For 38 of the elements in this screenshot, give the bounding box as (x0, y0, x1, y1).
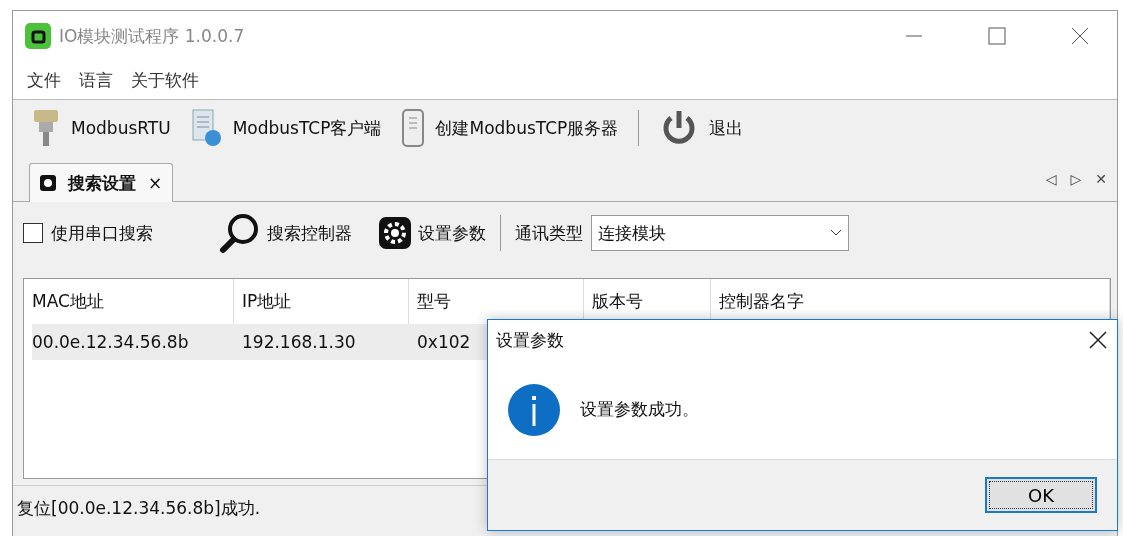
action-button[interactable]: 搜索控制器 (219, 212, 352, 254)
checkbox[interactable] (23, 223, 43, 243)
close-tab-button[interactable]: ✕ (1095, 170, 1107, 187)
ok-button[interactable]: OK (985, 477, 1097, 513)
menu-item[interactable]: 关于软件 (131, 68, 199, 92)
document-hand-icon (190, 108, 223, 148)
info-icon (508, 383, 560, 436)
tab-close-button[interactable]: × (148, 173, 163, 193)
toolbar-button[interactable]: ModbusRTU (25, 108, 177, 148)
toolbar-button[interactable]: 退出 (653, 108, 750, 148)
chevron-icon (830, 229, 842, 237)
checkbox-label: 使用串口搜索 (51, 221, 153, 245)
gear-icon (378, 216, 412, 250)
table-cell: 192.168.1.30 (242, 332, 356, 352)
server-icon (401, 108, 426, 148)
menu-item[interactable]: 文件 (27, 68, 61, 92)
action-button[interactable]: 设置参数 (378, 216, 486, 250)
tab-icon (40, 175, 56, 191)
scroll-left-button[interactable]: ◁ (1045, 170, 1057, 187)
comm-type-label: 通讯类型 (515, 221, 583, 245)
tab[interactable]: 搜索设置 × (29, 163, 174, 202)
toolbar-button[interactable]: 创建ModbusTCP服务器 (395, 108, 625, 148)
close-icon[interactable] (1089, 331, 1107, 349)
search-icon (219, 212, 261, 254)
dialog-message: 设置参数成功。 (580, 398, 699, 421)
close-icon[interactable] (1069, 26, 1090, 46)
window-title: IO模块测试程序 1.0.0.7 (59, 24, 246, 48)
tab-label: 搜索设置 (68, 171, 136, 195)
status-text: 复位[00.0e.12.34.56.8b]成功. (17, 496, 261, 520)
app-icon (25, 23, 51, 49)
dialog-title: 设置参数 (496, 328, 564, 352)
table-cell: 0x102 (417, 332, 471, 352)
scroll-right-button[interactable]: ▷ (1070, 170, 1082, 187)
table-cell: 00.0e.12.34.56.8b (32, 332, 189, 352)
comm-type-select[interactable]: 连接模块 (591, 215, 849, 251)
toolbar-button[interactable]: ModbusTCP客户端 (184, 108, 388, 148)
connector-icon (31, 108, 61, 148)
menu-item[interactable]: 语言 (79, 68, 113, 92)
